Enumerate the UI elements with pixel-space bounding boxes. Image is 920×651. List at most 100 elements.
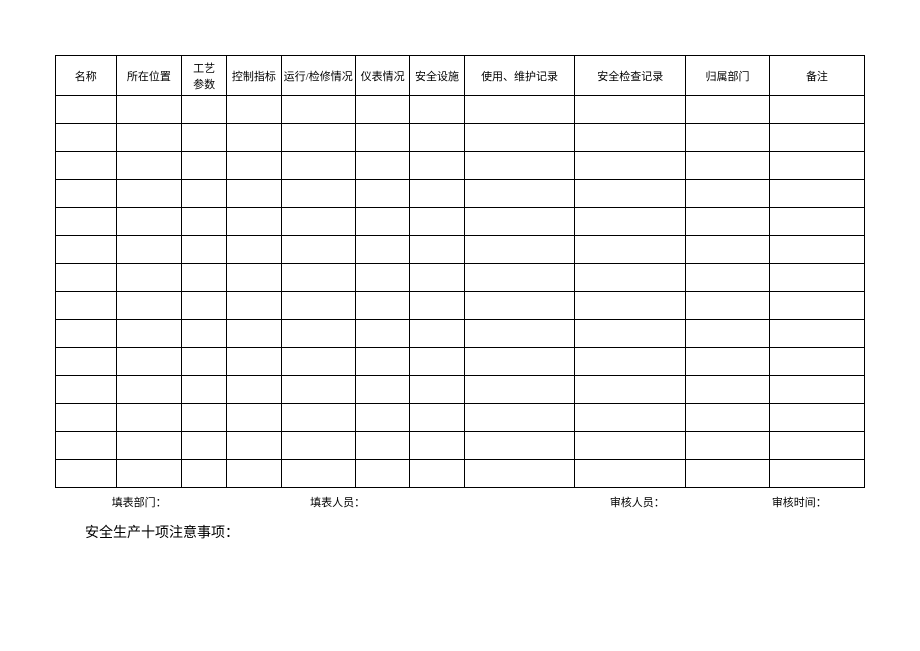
footer-reviewer-label: 审核人员： [610,494,665,510]
table-cell [56,348,117,376]
table-cell [281,432,355,460]
table-cell [464,152,575,180]
footer-dept: 填表部门： [112,494,310,510]
table-cell [464,460,575,488]
table-cell [227,404,281,432]
table-cell [56,404,117,432]
col-remark: 备注 [769,56,864,96]
table-cell [464,376,575,404]
table-cell [410,348,464,376]
table-cell [769,404,864,432]
table-cell [575,404,686,432]
table-cell [575,180,686,208]
table-cell [281,348,355,376]
table-cell [182,124,227,152]
table-cell [410,404,464,432]
table-body [56,96,865,488]
table-cell [227,348,281,376]
footer-filler-label: 填表人员： [310,494,365,510]
table-cell [116,404,182,432]
footer-reviewer: 审核人员： [610,494,772,510]
document-page: 名称 所在位置 工艺 参数 控制指标 运行/检修情况 仪表情况 安全设施 使用、… [0,0,920,542]
table-cell [56,264,117,292]
table-cell [769,376,864,404]
table-cell [575,124,686,152]
table-cell [56,152,117,180]
table-cell [410,264,464,292]
table-cell [227,264,281,292]
footer-filler: 填表人员： [310,494,610,510]
table-cell [116,432,182,460]
table-cell [116,460,182,488]
table-cell [116,152,182,180]
table-cell [182,376,227,404]
table-cell [116,292,182,320]
table-cell [355,292,409,320]
table-cell [769,348,864,376]
table-cell [769,320,864,348]
table-cell [182,432,227,460]
table-cell [56,432,117,460]
table-cell [116,348,182,376]
table-cell [182,264,227,292]
table-cell [355,236,409,264]
table-cell [464,96,575,124]
table-cell [410,152,464,180]
table-cell [769,180,864,208]
table-cell [464,292,575,320]
table-cell [686,236,770,264]
table-row [56,208,865,236]
table-cell [182,236,227,264]
table-cell [227,432,281,460]
table-cell [464,348,575,376]
table-cell [464,432,575,460]
table-row [56,460,865,488]
table-cell [227,208,281,236]
table-cell [686,264,770,292]
table-cell [355,124,409,152]
table-cell [575,264,686,292]
table-cell [56,180,117,208]
table-cell [575,376,686,404]
table-cell [769,152,864,180]
footer-review-time: 审核时间： [772,494,865,510]
table-cell [686,432,770,460]
table-cell [355,264,409,292]
table-cell [464,124,575,152]
col-run-repair: 运行/检修情况 [281,56,355,96]
table-cell [56,320,117,348]
table-row [56,124,865,152]
table-cell [182,96,227,124]
col-name: 名称 [56,56,117,96]
table-cell [227,320,281,348]
table-cell [56,96,117,124]
table-cell [281,376,355,404]
col-safety-facility: 安全设施 [410,56,464,96]
table-cell [227,236,281,264]
table-cell [116,236,182,264]
table-cell [686,460,770,488]
table-cell [575,152,686,180]
table-cell [355,96,409,124]
table-cell [686,348,770,376]
table-cell [182,208,227,236]
table-cell [575,236,686,264]
col-use-maintain-record: 使用、维护记录 [464,56,575,96]
table-cell [116,96,182,124]
footer-row: 填表部门： 填表人员： 审核人员： 审核时间： [55,488,865,510]
footer-review-time-label: 审核时间： [772,494,827,510]
table-row [56,152,865,180]
table-cell [575,320,686,348]
table-cell [116,264,182,292]
table-cell [686,124,770,152]
col-control-index: 控制指标 [227,56,281,96]
table-header-row: 名称 所在位置 工艺 参数 控制指标 运行/检修情况 仪表情况 安全设施 使用、… [56,56,865,96]
col-owning-dept: 归属部门 [686,56,770,96]
table-cell [281,320,355,348]
table-cell [769,208,864,236]
table-cell [686,320,770,348]
table-row [56,96,865,124]
table-cell [410,96,464,124]
table-cell [227,152,281,180]
table-row [56,404,865,432]
